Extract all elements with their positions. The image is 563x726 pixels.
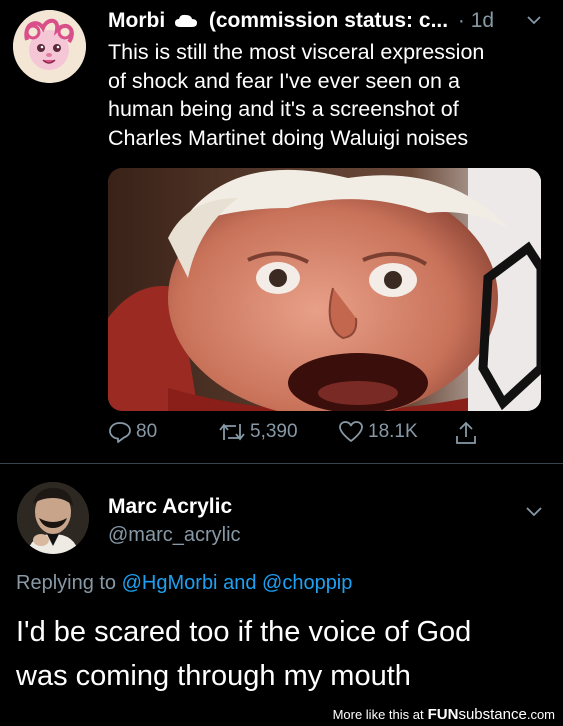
- retweet-icon: [219, 423, 245, 441]
- like-count: 18.1K: [368, 421, 418, 442]
- avatar-marc-acrylic[interactable]: [17, 482, 89, 554]
- tweet-body-line: of shock and fear I've ever seen on a: [108, 68, 460, 93]
- reply-body-line: I'd be scared too if the voice of God: [16, 616, 472, 648]
- replying-to: Replying to @HgMorbi and @choppip: [16, 572, 352, 595]
- site-logo[interactable]: FUNsubstance.com: [428, 706, 555, 723]
- reply-count: 80: [136, 421, 158, 442]
- reply-author-name[interactable]: Marc Acrylic: [108, 495, 232, 519]
- tweet-photo[interactable]: [108, 168, 541, 411]
- share-icon: [456, 421, 476, 444]
- replying-and[interactable]: and: [223, 572, 256, 594]
- author-name[interactable]: Morbi: [108, 9, 165, 32]
- chevron-down-icon[interactable]: [525, 502, 543, 520]
- tweet-body: This is still the most visceral expressi…: [108, 38, 548, 152]
- watermark-footer: More like this at FUNsubstance.com: [0, 703, 563, 726]
- tweet-body-line: This is still the most visceral expressi…: [108, 40, 485, 64]
- retweet-button[interactable]: 5,390: [218, 420, 298, 444]
- divider: [0, 463, 563, 464]
- profile-photo-icon: [17, 482, 89, 554]
- tweet-actions: 80 5,390 18.1K: [108, 420, 548, 450]
- replying-prefix: Replying to: [16, 572, 117, 594]
- reply-body-line: was coming through my mouth: [16, 660, 411, 692]
- cartoon-avatar-icon: [13, 10, 86, 83]
- reply-body: I'd be scared too if the voice of God wa…: [16, 610, 556, 698]
- mention-link[interactable]: @choppip: [262, 572, 352, 594]
- share-button[interactable]: [454, 420, 478, 446]
- like-button[interactable]: 18.1K: [338, 420, 418, 444]
- shocked-face-photo-icon: [108, 168, 541, 411]
- chevron-down-icon[interactable]: [526, 12, 542, 28]
- avatar-morbi[interactable]: [13, 10, 86, 83]
- tweet-body-line: Charles Martinet doing Waluigi noises: [108, 125, 469, 150]
- cloud-icon: [175, 15, 197, 28]
- retweet-count: 5,390: [250, 421, 298, 442]
- reply-button[interactable]: 80: [108, 420, 157, 444]
- heart-icon: [339, 421, 363, 442]
- author-status: (commission status: c...: [208, 9, 449, 32]
- tweet-header: Morbi (commission status: c... · 1d: [108, 9, 494, 33]
- timestamp[interactable]: · 1d: [458, 9, 494, 32]
- reply-author-handle[interactable]: @marc_acrylic: [108, 524, 241, 547]
- mention-link[interactable]: @HgMorbi: [122, 572, 218, 594]
- tweet-body-line: human being and it's a screenshot of: [108, 97, 459, 121]
- reply-icon: [109, 422, 131, 443]
- footer-text: More like this at: [332, 707, 424, 722]
